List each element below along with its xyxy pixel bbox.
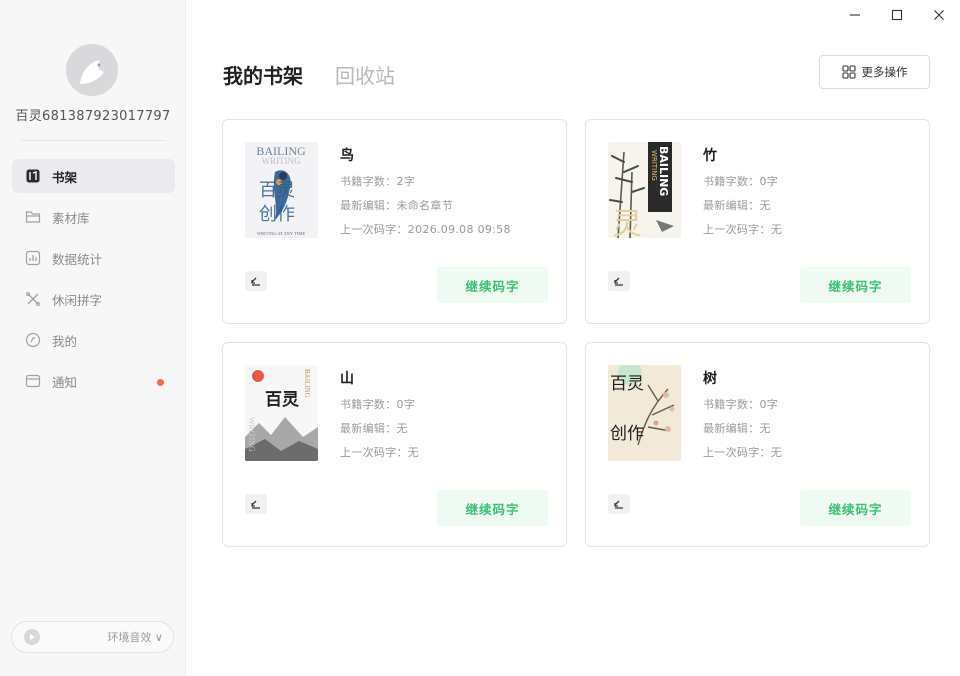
book-card[interactable]: 百灵 BAILING WRITING 山 书籍字数：0字 最新编辑：无 上一次码…	[222, 342, 567, 547]
cover-text: WRITING AT ANY TIME	[257, 231, 306, 236]
book-card[interactable]: BAILING WRITING 百灵 创作 WRITING AT ANY TIM…	[222, 119, 567, 324]
more-actions-label: 更多操作	[861, 65, 908, 79]
ambient-sound-label: 环境音效 ∨	[107, 631, 163, 644]
chart-icon	[24, 250, 41, 267]
edit-book-button[interactable]	[608, 494, 630, 514]
cover-text: 百灵	[259, 180, 295, 201]
bamboo-cover-art: BAILING WRITING 灵	[608, 142, 681, 238]
continue-writing-button[interactable]: 继续码字	[437, 267, 548, 303]
book-card[interactable]: BAILING WRITING 灵 竹 书籍字数：0字 最新编辑：无 上一次码字…	[585, 119, 930, 324]
pencil-icon	[251, 277, 260, 286]
sidebar-item-label: 我的	[52, 333, 78, 349]
bird-cover-art: BAILING WRITING 百灵 创作 WRITING AT ANY TIM…	[245, 142, 318, 238]
book-last-time: 上一次码字：2026.09.08 09:58	[340, 223, 511, 236]
book-icon	[24, 168, 41, 185]
book-cover[interactable]: 百灵 BAILING WRITING	[245, 365, 318, 461]
tree-cover-art: 百灵 创作	[608, 365, 681, 461]
cover-text: 百灵	[610, 374, 644, 394]
pencil-icon	[251, 500, 260, 509]
puzzle-icon	[24, 291, 41, 308]
play-icon[interactable]	[24, 629, 40, 645]
avatar[interactable]	[66, 44, 118, 96]
sidebar-item-stats[interactable]: 数据统计	[12, 241, 175, 275]
bird-avatar-icon	[66, 44, 118, 96]
sidebar-item-notifications[interactable]: 通知	[12, 364, 175, 398]
sidebar: 百灵681387923017797 书架 素材库 数据统计 休闲拼字 我的 通知…	[0, 0, 186, 676]
tab-recycle-bin[interactable]: 回收站	[335, 60, 395, 89]
book-cover[interactable]: BAILING WRITING 百灵 创作 WRITING AT ANY TIM…	[245, 142, 318, 238]
ambient-sound-toggle[interactable]: 环境音效 ∨	[11, 621, 174, 653]
book-last-edit: 最新编辑：无	[703, 422, 771, 435]
book-word-count: 书籍字数：0字	[340, 398, 416, 411]
book-cover[interactable]: 百灵 创作	[608, 365, 681, 461]
cover-text: WRITING	[247, 417, 256, 452]
pencil-icon	[614, 500, 623, 509]
book-last-edit: 最新编辑：无	[703, 199, 771, 212]
continue-writing-button[interactable]: 继续码字	[800, 267, 911, 303]
book-title[interactable]: 树	[703, 368, 717, 388]
maximize-icon	[891, 9, 903, 21]
book-last-time: 上一次码字：无	[340, 446, 420, 459]
username: 百灵681387923017797	[15, 109, 171, 124]
edit-book-button[interactable]	[245, 494, 267, 514]
edit-book-button[interactable]	[608, 271, 630, 291]
sidebar-item-mine[interactable]: 我的	[12, 323, 175, 357]
book-word-count: 书籍字数：2字	[340, 175, 416, 188]
folder-icon	[24, 209, 41, 226]
sidebar-item-label: 素材库	[52, 210, 90, 226]
compass-icon	[24, 332, 41, 349]
tab-my-bookshelf[interactable]: 我的书架	[223, 60, 303, 89]
window-controls	[834, 0, 960, 30]
sidebar-nav: 书架 素材库 数据统计 休闲拼字 我的 通知	[12, 159, 175, 405]
book-last-edit: 最新编辑：未命名章节	[340, 199, 453, 212]
book-title[interactable]: 鸟	[340, 145, 354, 165]
book-last-edit: 最新编辑：无	[340, 422, 408, 435]
mountain-cover-art: 百灵 BAILING WRITING	[245, 365, 318, 461]
cover-text: WRITING	[262, 156, 301, 166]
sidebar-item-bookshelf[interactable]: 书架	[12, 159, 175, 193]
minimize-button[interactable]	[834, 0, 876, 30]
cover-text: 创作	[259, 204, 295, 225]
close-button[interactable]	[918, 0, 960, 30]
notification-badge	[157, 379, 164, 386]
sidebar-item-label: 通知	[52, 374, 78, 390]
sidebar-item-label: 休闲拼字	[52, 292, 103, 308]
sidebar-divider	[20, 140, 166, 141]
continue-writing-button[interactable]: 继续码字	[800, 490, 911, 526]
edit-book-button[interactable]	[245, 271, 267, 291]
book-cover[interactable]: BAILING WRITING 灵	[608, 142, 681, 238]
cover-text: 灵	[612, 207, 642, 238]
book-title[interactable]: 竹	[703, 145, 717, 165]
cover-text: WRITING	[650, 150, 658, 181]
mail-icon	[24, 373, 41, 390]
pencil-icon	[614, 277, 623, 286]
sidebar-item-label: 书架	[52, 169, 78, 185]
close-icon	[934, 10, 944, 20]
sidebar-item-game[interactable]: 休闲拼字	[12, 282, 175, 316]
cover-text: 创作	[610, 424, 644, 444]
minimize-icon	[850, 14, 860, 16]
more-actions-button[interactable]: 更多操作	[819, 55, 930, 89]
cover-text: 百灵	[265, 390, 300, 410]
book-last-time: 上一次码字：无	[703, 446, 783, 459]
book-last-time: 上一次码字：无	[703, 223, 783, 236]
sidebar-item-materials[interactable]: 素材库	[12, 200, 175, 234]
book-title[interactable]: 山	[340, 368, 354, 388]
book-word-count: 书籍字数：0字	[703, 398, 779, 411]
continue-writing-button[interactable]: 继续码字	[437, 490, 548, 526]
cover-text: BAILING	[303, 369, 311, 398]
book-word-count: 书籍字数：0字	[703, 175, 779, 188]
book-card[interactable]: 百灵 创作 树 书籍字数：0字 最新编辑：无 上一次码字：无 继续码字	[585, 342, 930, 547]
grid-icon	[841, 65, 856, 79]
sidebar-item-label: 数据统计	[52, 251, 103, 267]
maximize-button[interactable]	[876, 0, 918, 30]
